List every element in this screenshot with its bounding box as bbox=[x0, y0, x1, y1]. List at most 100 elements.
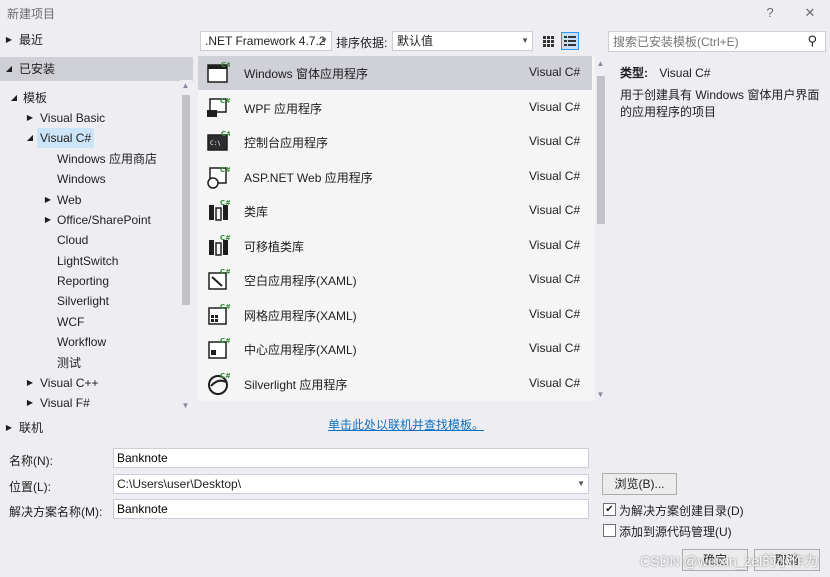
template-item[interactable]: C# 中心应用程序(XAML) Visual C# bbox=[198, 332, 592, 366]
template-item[interactable]: C# 类库 Visual C# bbox=[198, 194, 592, 228]
tree-item-visual-csharp[interactable]: ◢ Visual C# bbox=[0, 128, 193, 148]
template-name: 类库 bbox=[244, 205, 269, 219]
template-item[interactable]: C# Windows 窗体应用程序 Visual C# bbox=[198, 56, 592, 90]
template-item[interactable]: C# 空白应用程序(XAML) Visual C# bbox=[198, 263, 592, 297]
tree-item-csharp-child[interactable]: Reporting bbox=[0, 271, 193, 291]
sort-value: 默认值 bbox=[397, 34, 434, 48]
expand-arrow-icon[interactable]: ▶ bbox=[25, 393, 35, 413]
template-item[interactable]: C# 可移植类库 Visual C# bbox=[198, 229, 592, 263]
template-name: ASP.NET Web 应用程序 bbox=[244, 170, 373, 185]
template-language: Visual C# bbox=[529, 272, 581, 286]
watermark-text: CSDN @weixin_zel的小作为 bbox=[640, 553, 819, 569]
web-app-icon: C# bbox=[207, 166, 230, 189]
tree-item-csharp-child[interactable]: Windows 应用商店 bbox=[0, 149, 193, 169]
solution-name-field[interactable] bbox=[113, 499, 589, 519]
tree-label: 已安装 bbox=[19, 62, 56, 76]
template-list-scrollbar[interactable]: ▲ ▼ bbox=[595, 56, 607, 403]
tree-label: Windows bbox=[57, 172, 106, 186]
template-name: Silverlight 应用程序 bbox=[244, 377, 348, 392]
scrollbar-thumb[interactable] bbox=[182, 95, 190, 305]
template-item[interactable]: C# Silverlight 应用程序 Visual C# bbox=[198, 367, 592, 401]
tree-item-csharp-child[interactable]: Silverlight bbox=[0, 291, 193, 311]
scroll-up-icon[interactable]: ▲ bbox=[180, 80, 191, 92]
template-language: Visual C# bbox=[529, 341, 581, 355]
template-item[interactable]: C# WPF 应用程序 Visual C# bbox=[198, 91, 592, 125]
tree-item-installed[interactable]: ◢ 已安装 bbox=[0, 57, 193, 81]
scrollbar-thumb[interactable] bbox=[597, 76, 605, 224]
type-label: 类型: bbox=[620, 66, 648, 80]
search-input[interactable] bbox=[609, 32, 797, 51]
tree-item-online[interactable]: ▶ 联机 bbox=[0, 418, 193, 438]
sort-select[interactable]: 默认值 ▼ bbox=[392, 31, 533, 51]
source-control-checkbox[interactable] bbox=[603, 524, 616, 537]
svg-text:C#: C# bbox=[221, 130, 230, 138]
name-field[interactable] bbox=[113, 448, 589, 468]
template-item[interactable]: C:\C# 控制台应用程序 Visual C# bbox=[198, 125, 592, 159]
template-type: 类型: Visual C# bbox=[620, 64, 710, 81]
template-language: Visual C# bbox=[529, 168, 581, 183]
collapse-arrow-icon[interactable]: ◢ bbox=[4, 57, 14, 81]
collapse-arrow-icon[interactable]: ◢ bbox=[25, 128, 35, 148]
find-templates-online-link[interactable]: 单击此处以联机并查找模板。 bbox=[328, 416, 484, 433]
tree-item-visual-fsharp[interactable]: ▶ Visual F# bbox=[0, 393, 193, 413]
expand-arrow-icon[interactable]: ▶ bbox=[43, 190, 53, 210]
framework-select[interactable]: .NET Framework 4.7.2 ▼ bbox=[200, 31, 332, 51]
tree-item-templates[interactable]: ◢ 模板 bbox=[0, 88, 193, 108]
template-name: 可移植类库 bbox=[244, 239, 305, 254]
tree-item-csharp-child[interactable]: Workflow bbox=[0, 332, 193, 352]
template-name: 网格应用程序(XAML) bbox=[244, 308, 357, 323]
tree-item-recent[interactable]: ▶ 最近 bbox=[0, 30, 193, 50]
template-search[interactable]: ⚲ bbox=[608, 31, 826, 52]
tree-label: Workflow bbox=[57, 335, 107, 349]
tree-item-visual-cpp[interactable]: ▶ Visual C++ bbox=[0, 373, 193, 393]
tree-label: Cloud bbox=[57, 233, 89, 247]
checkbox-label: 为解决方案创建目录(D) bbox=[619, 504, 744, 518]
hub-app-icon: C# bbox=[208, 337, 230, 359]
list-view-button[interactable] bbox=[561, 32, 579, 50]
svg-text:C#: C# bbox=[220, 234, 230, 242]
scroll-down-icon[interactable]: ▼ bbox=[180, 400, 191, 412]
title-bar: 新建项目 ? ✕ bbox=[0, 0, 830, 26]
grid-view-button[interactable] bbox=[539, 32, 557, 50]
template-item[interactable]: C# 网格应用程序(XAML) Visual C# bbox=[198, 298, 592, 332]
tree-label: WCF bbox=[57, 315, 85, 329]
tree-label: 联机 bbox=[19, 421, 44, 435]
template-language: Visual C# bbox=[529, 134, 581, 148]
expand-arrow-icon[interactable]: ▶ bbox=[25, 373, 35, 393]
help-button[interactable]: ? bbox=[760, 3, 780, 23]
template-name: 中心应用程序(XAML) bbox=[244, 343, 357, 357]
tree-item-csharp-child[interactable]: ▶ Office/SharePoint bbox=[0, 210, 193, 230]
tree-item-csharp-child[interactable]: LightSwitch bbox=[0, 251, 193, 271]
tree-label: LightSwitch bbox=[57, 254, 119, 268]
expand-arrow-icon[interactable]: ▶ bbox=[4, 418, 14, 438]
template-list: C# Windows 窗体应用程序 Visual C# C# WPF 应用程序 … bbox=[198, 56, 595, 401]
tree-item-csharp-child[interactable]: 测试 bbox=[0, 353, 193, 373]
svg-text:C#: C# bbox=[220, 372, 230, 380]
location-combo[interactable]: C:\Users\user\Desktop\ ▼ bbox=[113, 474, 589, 494]
tree-item-csharp-child[interactable]: WCF bbox=[0, 312, 193, 332]
expand-arrow-icon[interactable]: ▶ bbox=[25, 108, 35, 128]
collapse-arrow-icon[interactable]: ◢ bbox=[9, 88, 19, 108]
location-label: 位置(L): bbox=[9, 480, 52, 494]
expand-arrow-icon[interactable]: ▶ bbox=[43, 210, 53, 230]
search-icon[interactable]: ⚲ bbox=[807, 33, 817, 49]
scroll-down-icon[interactable]: ▼ bbox=[595, 389, 606, 401]
tree-item-csharp-child[interactable]: Cloud bbox=[0, 230, 193, 250]
tree-label: Office/SharePoint bbox=[57, 213, 151, 227]
browse-button[interactable]: 浏览(B)... bbox=[602, 473, 677, 495]
wpf-icon: C# bbox=[207, 97, 230, 117]
tree-scrollbar[interactable]: ▲ ▼ bbox=[180, 80, 192, 412]
type-value: Visual C# bbox=[659, 66, 711, 80]
expand-arrow-icon[interactable]: ▶ bbox=[4, 30, 14, 50]
template-item[interactable]: C# ASP.NET Web 应用程序 Visual C# bbox=[198, 160, 592, 194]
tree-item-visual-basic[interactable]: ▶ Visual Basic bbox=[0, 108, 193, 128]
tree-label: Windows 应用商店 bbox=[57, 152, 158, 166]
close-button[interactable]: ✕ bbox=[800, 3, 820, 23]
template-language: Visual C# bbox=[529, 375, 581, 390]
tree-label: Visual C++ bbox=[40, 376, 99, 390]
tree-item-csharp-child[interactable]: Windows bbox=[0, 169, 193, 189]
tree-item-csharp-child[interactable]: ▶ Web bbox=[0, 190, 193, 210]
create-directory-checkbox[interactable]: ✔ bbox=[603, 503, 616, 516]
class-library-icon: C# bbox=[209, 199, 230, 221]
scroll-up-icon[interactable]: ▲ bbox=[595, 58, 606, 70]
